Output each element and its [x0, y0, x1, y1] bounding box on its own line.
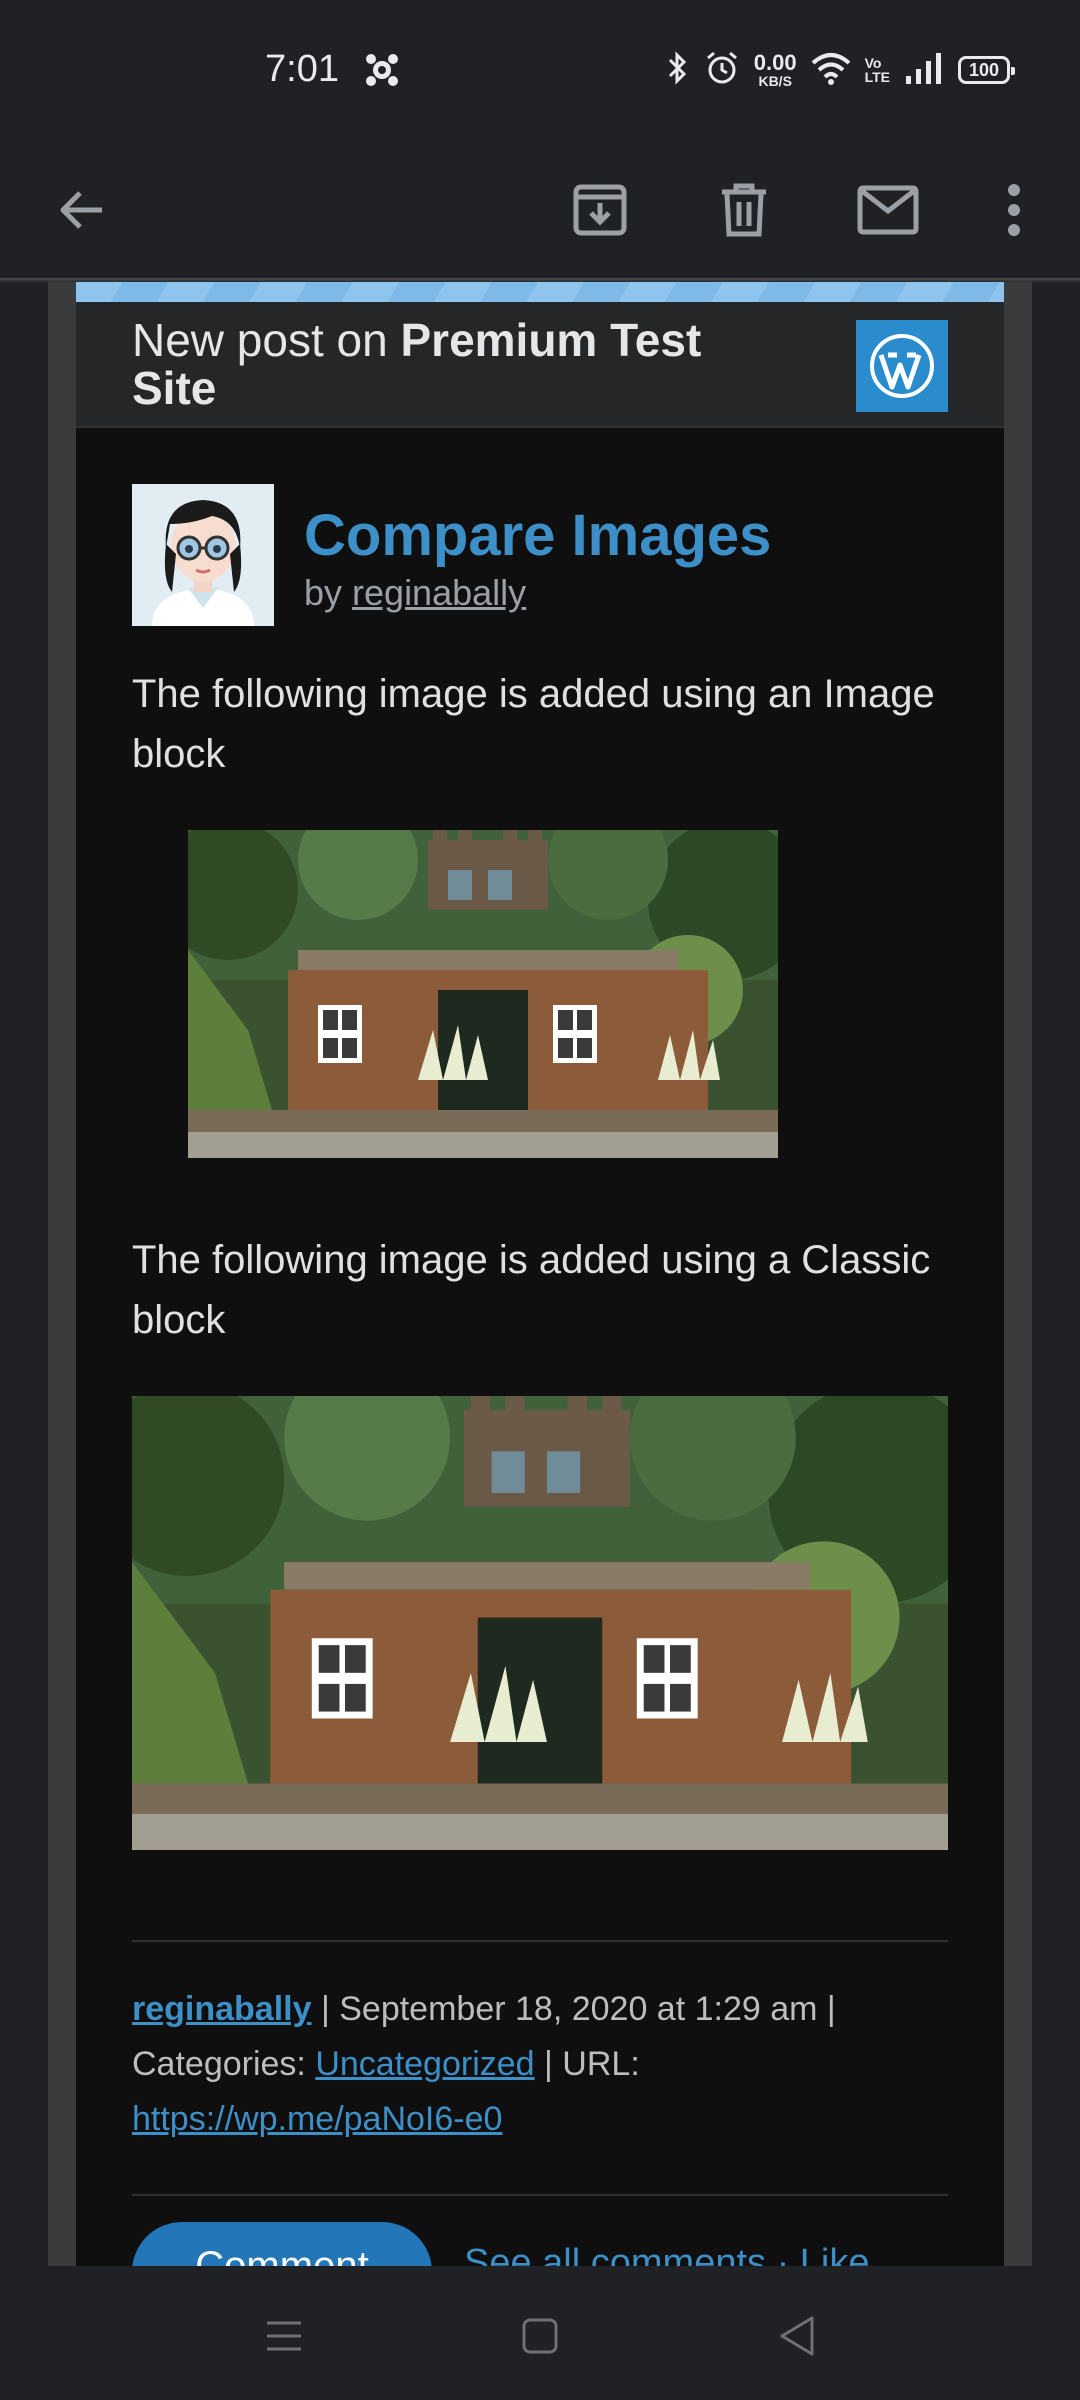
more-vertical-icon [1008, 184, 1020, 236]
header-stripe [76, 282, 1004, 302]
more-options-button[interactable] [974, 170, 1054, 250]
app-notification-icon [362, 50, 402, 90]
battery-indicator: 100 [958, 56, 1015, 84]
comment-button[interactable]: Comment [132, 2222, 432, 2266]
alarm-icon [704, 50, 740, 91]
network-speed: 0.00 KB/S [753, 50, 797, 89]
email-card: New post on Premium Test Site Compare Im… [76, 282, 1004, 2266]
menu-icon [267, 2321, 301, 2351]
back-nav-button[interactable] [766, 2306, 826, 2366]
message-toolbar [0, 140, 1080, 280]
post-byline: by reginabally [304, 572, 526, 614]
net-speed-unit: KB/S [758, 73, 792, 89]
arrow-left-icon [60, 191, 102, 229]
delete-button[interactable] [704, 170, 784, 250]
meta-author-link[interactable]: reginabally [132, 1990, 312, 2028]
header-title: New post on Premium Test Site [132, 316, 772, 412]
net-speed-value: 0.00 [753, 50, 797, 75]
post-meta: reginabally | September 18, 2020 at 1:29… [132, 1982, 948, 2147]
header-prefix: New post on [132, 314, 401, 366]
paragraph-image-block: The following image is added using an Im… [132, 672, 935, 776]
volte-top: Vo [864, 55, 882, 71]
status-time: 7:01 [265, 48, 339, 90]
post-title[interactable]: Compare Images [304, 502, 771, 569]
image-block-photo[interactable] [188, 830, 778, 1158]
trash-icon [722, 183, 766, 237]
author-link[interactable]: reginabally [352, 572, 526, 613]
signal-icon [904, 52, 944, 89]
system-nav-bar [0, 2266, 1080, 2400]
meta-divider-bottom [132, 2194, 948, 2196]
classic-block-photo[interactable] [132, 1396, 948, 1850]
triangle-back-icon [780, 2316, 814, 2356]
meta-category-link[interactable]: Uncategorized [315, 2045, 534, 2083]
volte-indicator: Vo LTE [865, 56, 890, 84]
archive-button[interactable] [560, 170, 640, 250]
byline-prefix: by [304, 572, 353, 613]
meta-url-link[interactable]: https://wp.me/paNoI6-e0 [132, 2100, 502, 2138]
paragraph-classic-block: The following image is added using a Cla… [132, 1238, 931, 1342]
mark-unread-button[interactable] [848, 170, 928, 250]
meta-url-label: | URL: [534, 2045, 640, 2083]
see-all-comments-link[interactable]: See all comments · Like [464, 2242, 870, 2266]
post-heading: Compare Images by reginabally [132, 484, 948, 626]
volte-bottom: LTE [864, 69, 890, 85]
mail-icon [857, 185, 919, 235]
archive-icon [573, 184, 627, 236]
meta-categories-label: Categories: [132, 2045, 316, 2083]
message-body[interactable]: New post on Premium Test Site Compare Im… [0, 282, 1080, 2266]
email-header: New post on Premium Test Site [76, 302, 1004, 428]
bluetooth-icon [666, 50, 690, 91]
author-avatar[interactable] [132, 484, 274, 626]
wordpress-icon [870, 334, 934, 398]
meta-divider-top [132, 1940, 948, 1942]
wifi-icon [811, 51, 851, 90]
home-button[interactable] [510, 2306, 570, 2366]
recents-button[interactable] [254, 2306, 314, 2366]
status-bar: 7:01 0.00 KB/S Vo LTE 100 [0, 0, 1080, 140]
wordpress-logo[interactable] [856, 320, 948, 412]
meta-date: | September 18, 2020 at 1:29 am | [311, 1990, 836, 2028]
square-icon [522, 2318, 558, 2354]
back-button[interactable] [42, 170, 122, 250]
status-icons: 0.00 KB/S Vo LTE 100 [666, 48, 1015, 92]
